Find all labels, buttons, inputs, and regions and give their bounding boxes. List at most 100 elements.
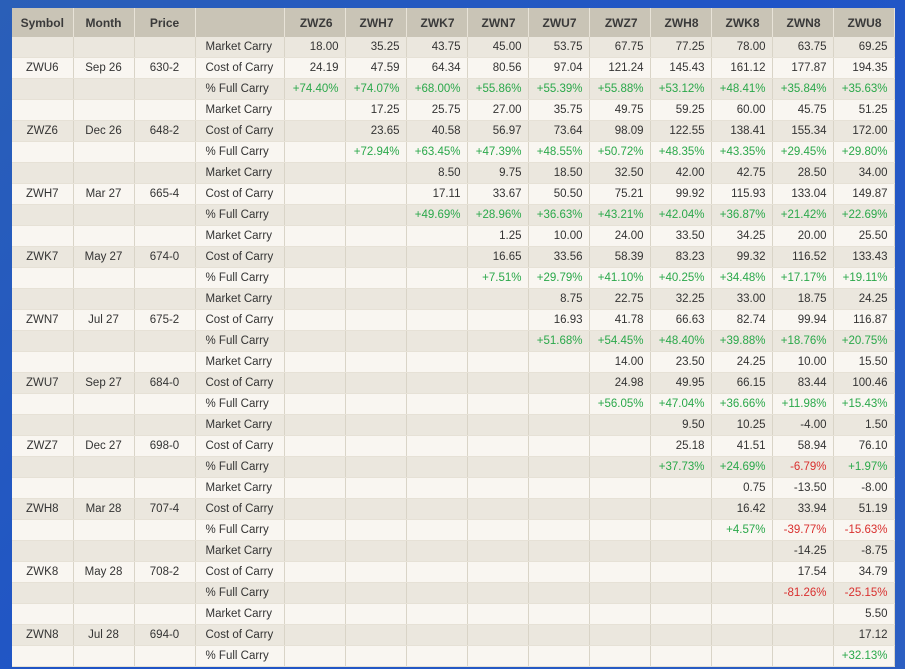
market-value-cell: 9.50 bbox=[650, 414, 712, 436]
column-header-price[interactable]: Price bbox=[134, 8, 196, 37]
table-row: % Full Carry +51.68% +54.45% +48.40% +39.88%… bbox=[12, 330, 895, 352]
table-row: ZWU6 Sep 26 630-2 Cost of Carry 24.19 47.59 64… bbox=[12, 57, 895, 79]
column-header-zwu7[interactable]: ZWU7 bbox=[528, 8, 590, 37]
pct-value-cell bbox=[345, 393, 407, 415]
pct-value-cell bbox=[284, 645, 346, 667]
market-value-cell bbox=[711, 603, 773, 625]
column-header-rowtype[interactable] bbox=[195, 8, 285, 37]
column-header-zwu8[interactable]: ZWU8 bbox=[833, 8, 895, 37]
price-cell bbox=[134, 477, 196, 499]
month-cell bbox=[73, 414, 135, 436]
pct-value-cell: +48.55% bbox=[528, 141, 590, 163]
market-value-cell bbox=[284, 351, 346, 373]
table-row: % Full Carry +49.69% +28.96% +36.63% +43.21%… bbox=[12, 204, 895, 226]
row-type-label: % Full Carry bbox=[195, 582, 285, 604]
cost-value-cell bbox=[528, 561, 590, 583]
cost-value-cell: 56.97 bbox=[467, 120, 529, 142]
month-cell bbox=[73, 288, 135, 310]
row-type-label: Market Carry bbox=[195, 540, 285, 562]
market-value-cell bbox=[406, 477, 468, 499]
table-row: Market Carry 18.00 35.25 43.75 45.00 53.75 67.… bbox=[12, 37, 895, 58]
pct-value-cell: +34.48% bbox=[711, 267, 773, 289]
column-header-zwn7[interactable]: ZWN7 bbox=[467, 8, 529, 37]
market-value-cell: 0.75 bbox=[711, 477, 773, 499]
price-cell: 675-2 bbox=[134, 309, 196, 331]
pct-value-cell: +47.04% bbox=[650, 393, 712, 415]
row-type-label: Cost of Carry bbox=[195, 246, 285, 268]
pct-value-cell: +51.68% bbox=[528, 330, 590, 352]
month-cell: May 27 bbox=[73, 246, 135, 268]
column-header-zwh7[interactable]: ZWH7 bbox=[345, 8, 407, 37]
market-value-cell bbox=[284, 540, 346, 562]
pct-value-cell bbox=[528, 456, 590, 478]
cost-value-cell bbox=[711, 624, 773, 646]
pct-value-cell bbox=[467, 330, 529, 352]
symbol-cell: ZWK8 bbox=[12, 561, 74, 583]
pct-value-cell bbox=[345, 267, 407, 289]
price-cell: 674-0 bbox=[134, 246, 196, 268]
market-value-cell: 24.25 bbox=[833, 288, 895, 310]
market-value-cell: 20.00 bbox=[772, 225, 834, 247]
cost-value-cell bbox=[284, 498, 346, 520]
row-type-label: % Full Carry bbox=[195, 645, 285, 667]
symbol-cell bbox=[12, 267, 74, 289]
table-row: % Full Carry +32.13% bbox=[12, 645, 895, 667]
column-header-zwz7[interactable]: ZWZ7 bbox=[589, 8, 651, 37]
cost-value-cell bbox=[345, 624, 407, 646]
column-header-zwk8[interactable]: ZWK8 bbox=[711, 8, 773, 37]
cost-value-cell bbox=[589, 435, 651, 457]
market-value-cell: 17.25 bbox=[345, 99, 407, 121]
month-cell bbox=[73, 456, 135, 478]
month-cell bbox=[73, 540, 135, 562]
cost-value-cell: 66.15 bbox=[711, 372, 773, 394]
column-header-zwz6[interactable]: ZWZ6 bbox=[284, 8, 346, 37]
cost-value-cell bbox=[345, 372, 407, 394]
market-value-cell bbox=[589, 477, 651, 499]
market-value-cell: 35.75 bbox=[528, 99, 590, 121]
cost-value-cell: 83.44 bbox=[772, 372, 834, 394]
row-type-label: % Full Carry bbox=[195, 456, 285, 478]
market-value-cell bbox=[345, 603, 407, 625]
market-value-cell: 24.00 bbox=[589, 225, 651, 247]
symbol-cell bbox=[12, 582, 74, 604]
market-value-cell bbox=[528, 351, 590, 373]
price-cell bbox=[134, 351, 196, 373]
market-value-cell bbox=[528, 414, 590, 436]
pct-value-cell: +53.12% bbox=[650, 78, 712, 100]
market-value-cell bbox=[345, 540, 407, 562]
table-row: Market Carry 8.75 22.75 32.25 33.00 18.75 24.2… bbox=[12, 288, 895, 310]
table-row: % Full Carry -81.26% -25.15% bbox=[12, 582, 895, 604]
month-cell bbox=[73, 330, 135, 352]
price-cell bbox=[134, 393, 196, 415]
symbol-cell: ZWK7 bbox=[12, 246, 74, 268]
column-header-zwk7[interactable]: ZWK7 bbox=[406, 8, 468, 37]
month-cell: Sep 27 bbox=[73, 372, 135, 394]
market-value-cell: 42.00 bbox=[650, 162, 712, 184]
pct-value-cell bbox=[345, 330, 407, 352]
cost-value-cell: 76.10 bbox=[833, 435, 895, 457]
price-cell: 648-2 bbox=[134, 120, 196, 142]
column-header-zwh8[interactable]: ZWH8 bbox=[650, 8, 712, 37]
cost-value-cell: 41.78 bbox=[589, 309, 651, 331]
cost-value-cell: 99.94 bbox=[772, 309, 834, 331]
pct-value-cell: +21.42% bbox=[772, 204, 834, 226]
month-cell bbox=[73, 351, 135, 373]
market-value-cell bbox=[528, 603, 590, 625]
row-type-label: Market Carry bbox=[195, 288, 285, 310]
market-value-cell bbox=[589, 540, 651, 562]
column-header-zwn8[interactable]: ZWN8 bbox=[772, 8, 834, 37]
cost-value-cell bbox=[467, 624, 529, 646]
table-row: ZWK8 May 28 708-2 Cost of Carry 17.54 34.79 bbox=[12, 561, 895, 583]
cost-value-cell bbox=[345, 561, 407, 583]
market-value-cell: 45.75 bbox=[772, 99, 834, 121]
cost-value-cell bbox=[711, 561, 773, 583]
cost-value-cell: 161.12 bbox=[711, 57, 773, 79]
month-cell: Dec 27 bbox=[73, 435, 135, 457]
cost-value-cell: 121.24 bbox=[589, 57, 651, 79]
column-header-symbol[interactable]: Symbol bbox=[12, 8, 74, 37]
column-header-month[interactable]: Month bbox=[73, 8, 135, 37]
price-cell bbox=[134, 162, 196, 184]
market-value-cell bbox=[528, 540, 590, 562]
market-value-cell: 69.25 bbox=[833, 37, 895, 58]
cost-value-cell bbox=[284, 624, 346, 646]
